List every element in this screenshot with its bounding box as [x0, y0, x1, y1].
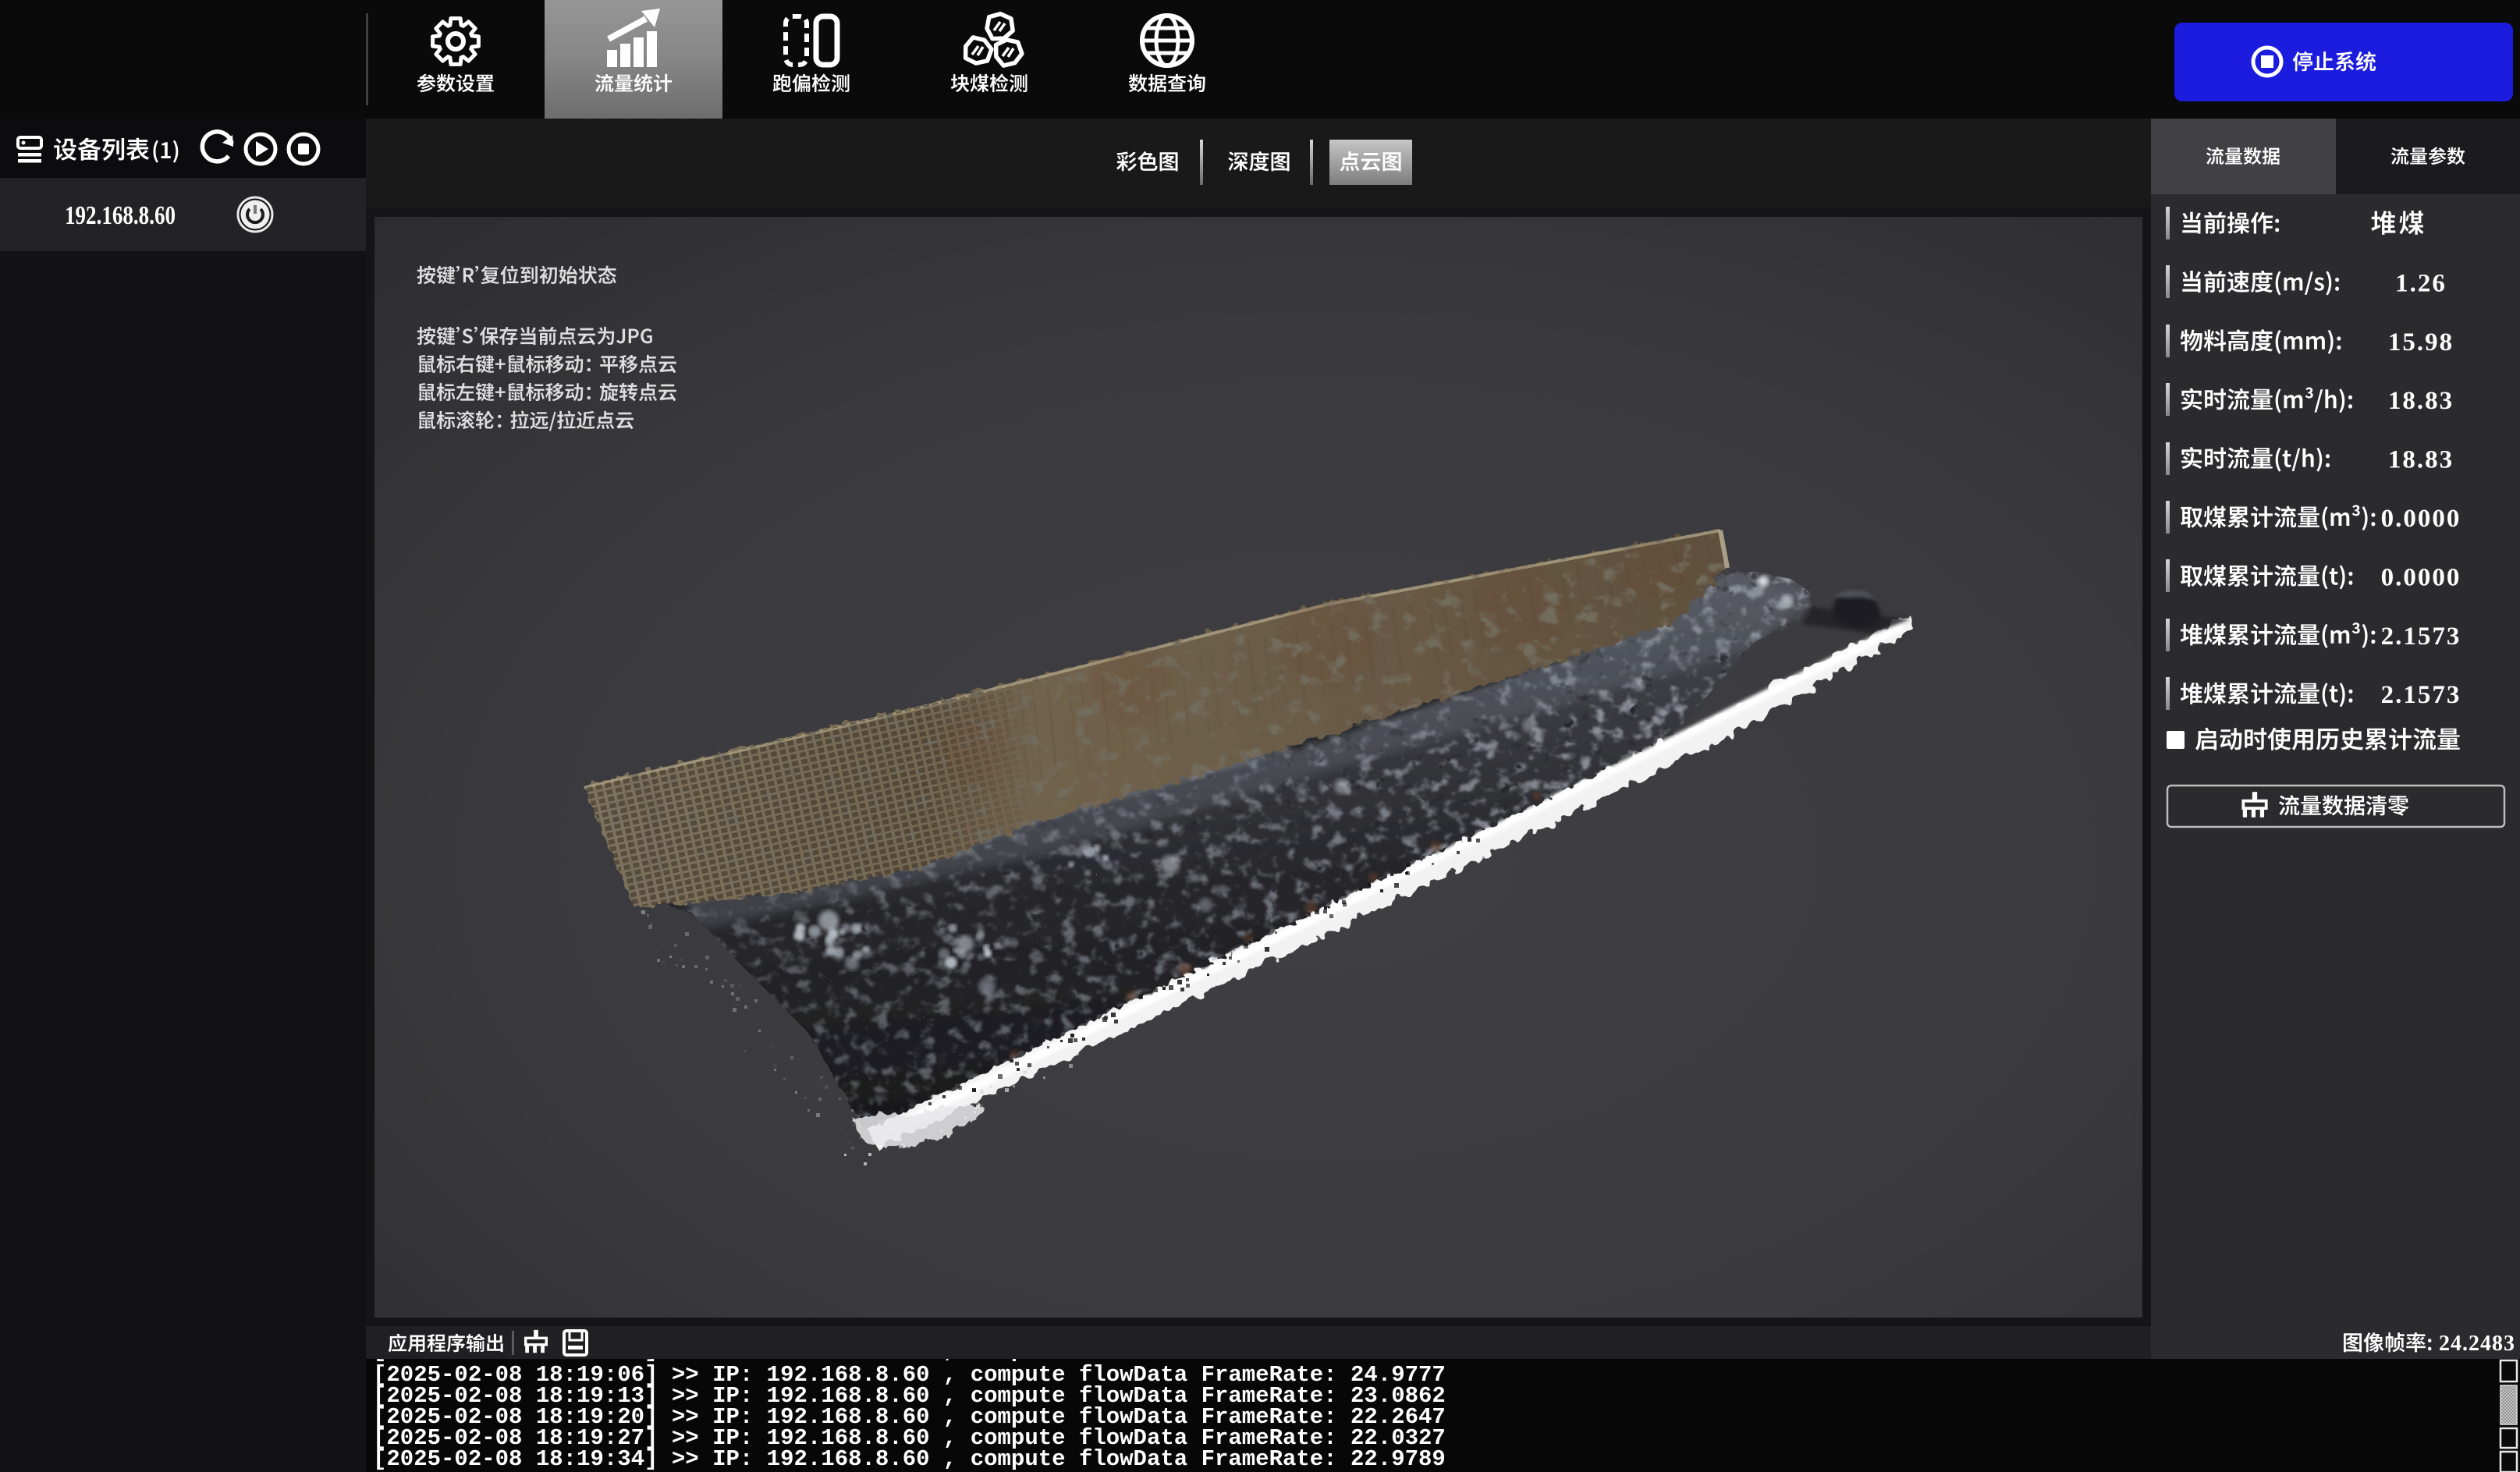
- svg-text:15.98: 15.98: [2388, 328, 2454, 356]
- svg-text:192.168.8.60: 192.168.8.60: [65, 201, 176, 230]
- svg-text:0.0000: 0.0000: [2381, 563, 2461, 591]
- svg-text:1.26: 1.26: [2395, 269, 2447, 297]
- svg-text:2.1573: 2.1573: [2381, 622, 2461, 651]
- svg-text:2.1573: 2.1573: [2381, 681, 2461, 709]
- svg-text:[2025-02-08 18:19:34] >> IP: 1: [2025-02-08 18:19:34] >> IP: 192.168.8.6…: [373, 1446, 1446, 1472]
- svg-text:18.83: 18.83: [2388, 446, 2454, 474]
- svg-text:18.83: 18.83: [2388, 387, 2454, 415]
- svg-text:0.0000: 0.0000: [2381, 505, 2461, 533]
- svg-text:24.2483: 24.2483: [2439, 1332, 2515, 1356]
